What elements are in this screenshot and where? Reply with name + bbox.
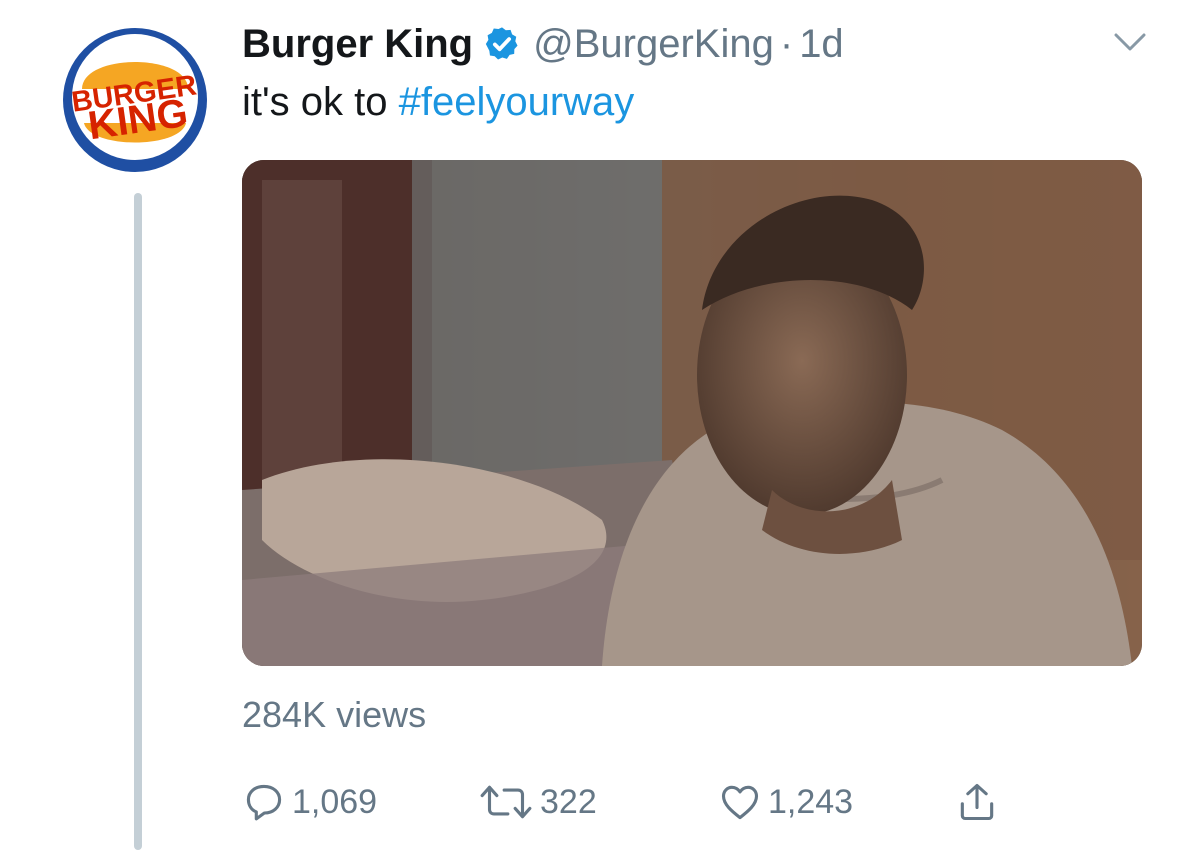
share-icon xyxy=(955,780,999,824)
display-name[interactable]: Burger King xyxy=(242,22,473,67)
burger-king-logo: BURGER KING xyxy=(63,28,207,172)
verified-badge-icon xyxy=(483,25,521,63)
retweet-icon xyxy=(478,780,534,824)
view-count: 284K views xyxy=(242,694,427,735)
tweet-text-prefix: it's ok to xyxy=(242,80,399,124)
thread-line xyxy=(134,193,142,850)
avatar[interactable]: BURGER KING xyxy=(60,25,210,175)
handle[interactable]: @BurgerKing xyxy=(533,22,774,67)
like-button[interactable]: 1,243 xyxy=(718,780,853,824)
chevron-down-icon[interactable] xyxy=(1112,30,1148,54)
retweet-button[interactable]: 322 xyxy=(478,780,597,824)
tweet-header: Burger King @BurgerKing · 1d xyxy=(242,18,844,70)
video-thumbnail xyxy=(242,160,1142,666)
tweet-text: it's ok to #feelyourway xyxy=(242,80,634,125)
reply-button[interactable]: 1,069 xyxy=(242,780,377,824)
reply-icon xyxy=(242,780,286,824)
heart-icon xyxy=(718,780,762,824)
separator-dot: · xyxy=(779,21,794,66)
hashtag-link[interactable]: #feelyourway xyxy=(399,80,635,124)
timestamp[interactable]: 1d xyxy=(799,22,844,67)
reply-count: 1,069 xyxy=(292,782,378,821)
retweet-count: 322 xyxy=(540,782,597,821)
share-button[interactable] xyxy=(955,780,1005,824)
like-count: 1,243 xyxy=(768,782,854,821)
video-player[interactable] xyxy=(242,160,1142,666)
